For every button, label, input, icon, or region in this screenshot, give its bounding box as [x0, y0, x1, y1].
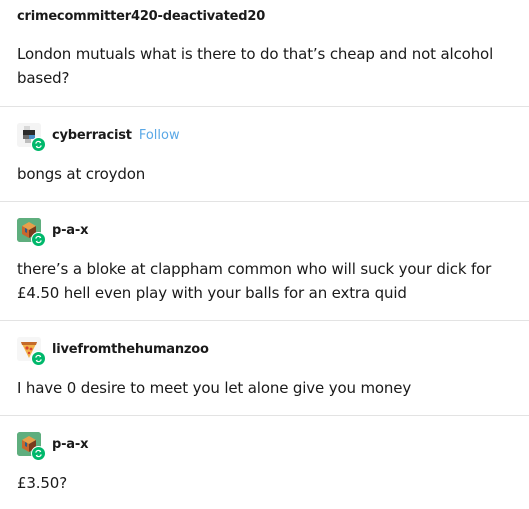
thread-post: p-a-x there’s a bloke at clappham common…	[0, 202, 529, 321]
post-text: there’s a bloke at clappham common who w…	[17, 260, 492, 302]
post-text: bongs at croydon	[17, 165, 146, 183]
post-header: p-a-x	[17, 432, 88, 461]
username-link[interactable]: crimecommitter420-deactivated20	[17, 9, 265, 24]
reblog-badge-icon	[31, 137, 46, 152]
post-text: London mutuals what is there to do that’…	[17, 45, 494, 87]
thread-post: cyberracist Follow bongs at croydon	[0, 107, 529, 202]
reblog-thread: crimecommitter420-deactivated20 London m…	[0, 0, 529, 509]
reblog-badge-icon	[31, 232, 46, 247]
username-link[interactable]: cyberracist	[52, 128, 132, 143]
post-header: p-a-x	[17, 218, 88, 247]
thread-post: crimecommitter420-deactivated20 London m…	[0, 0, 529, 107]
thread-post: p-a-x £3.50?	[0, 416, 529, 509]
reblog-badge-icon	[31, 446, 46, 461]
username-link[interactable]: livefromthehumanzoo	[52, 342, 209, 357]
follow-button[interactable]: Follow	[139, 128, 180, 143]
post-header: livefromthehumanzoo	[17, 337, 209, 366]
post-header: cyberracist Follow	[17, 123, 180, 152]
avatar[interactable]	[17, 337, 46, 366]
post-text: I have 0 desire to meet you let alone gi…	[17, 379, 412, 397]
reblog-badge-icon	[31, 351, 46, 366]
avatar[interactable]	[17, 123, 46, 152]
avatar[interactable]	[17, 432, 46, 461]
thread-post: livefromthehumanzoo I have 0 desire to m…	[0, 321, 529, 416]
avatar[interactable]	[17, 218, 46, 247]
username-link[interactable]: p-a-x	[52, 223, 88, 238]
post-text: £3.50?	[17, 474, 68, 492]
username-link[interactable]: p-a-x	[52, 437, 88, 452]
